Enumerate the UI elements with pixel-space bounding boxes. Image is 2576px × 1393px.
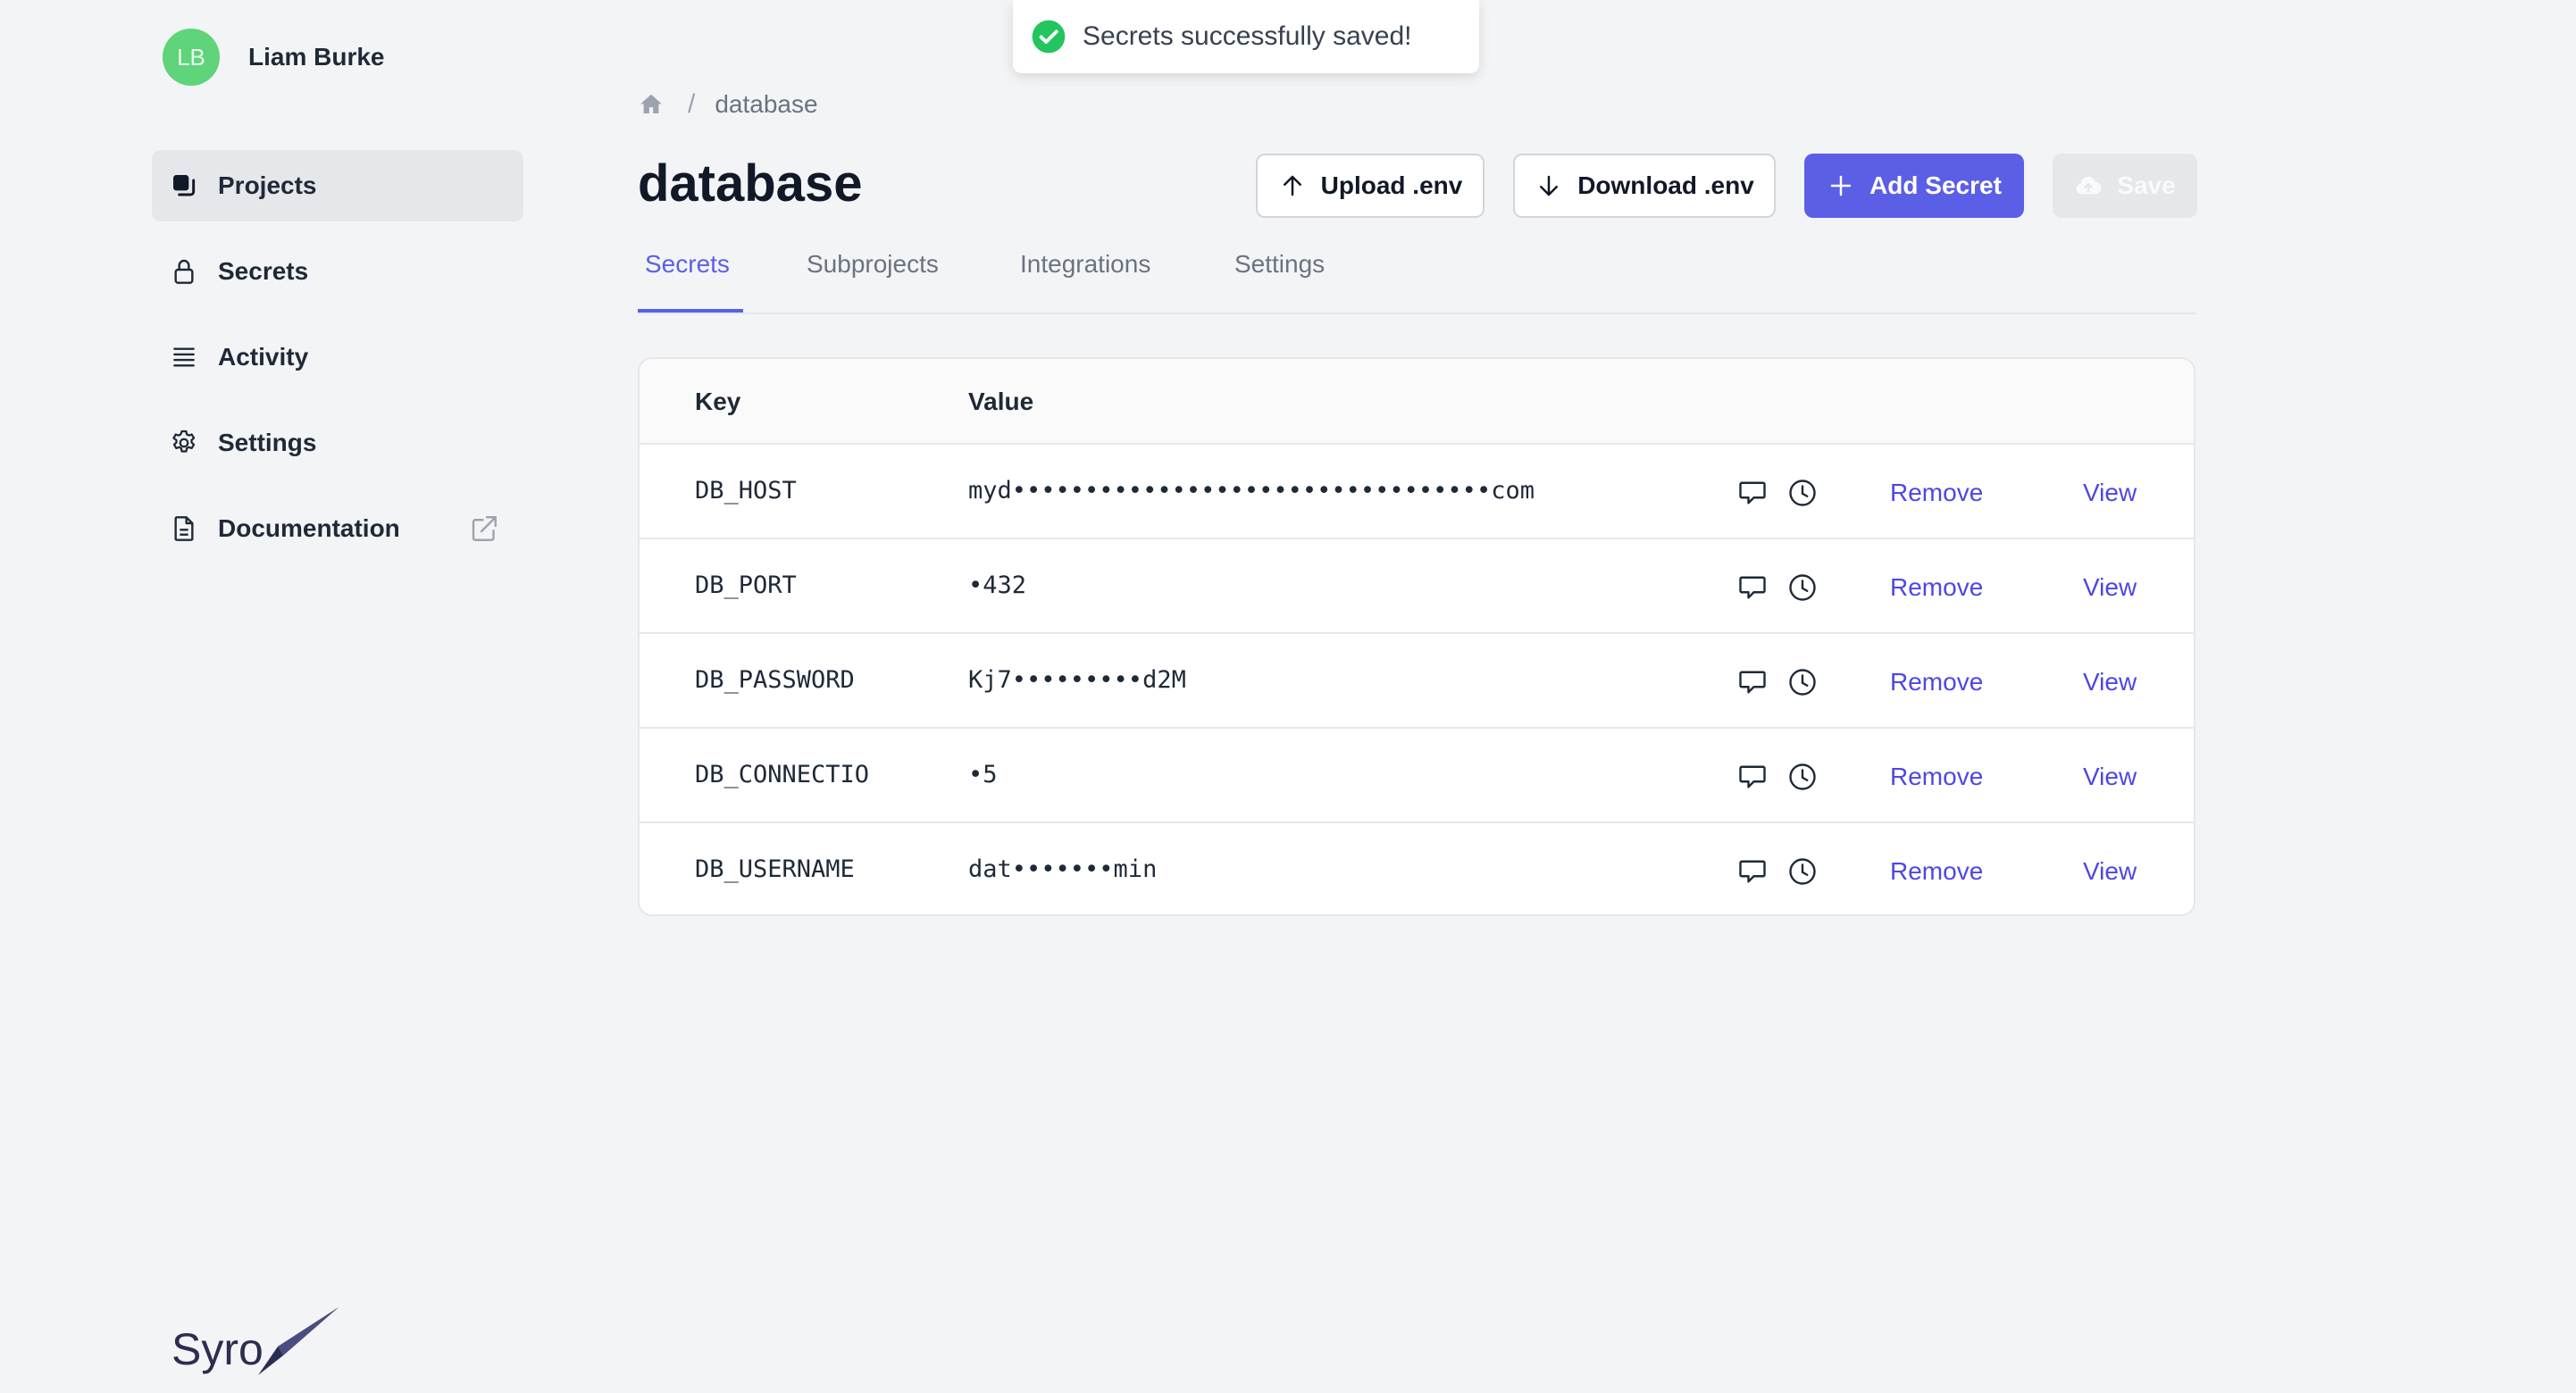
add-secret-button[interactable]: Add Secret bbox=[1804, 154, 2024, 218]
logo-text: Syro bbox=[171, 1324, 263, 1374]
secret-value: •5 bbox=[968, 761, 998, 788]
download-env-label: Download .env bbox=[1577, 171, 1754, 199]
user-name: Liam Burke bbox=[248, 43, 385, 71]
secret-value: dat•••••••min bbox=[968, 855, 1158, 883]
remove-link[interactable]: Remove bbox=[1890, 479, 1983, 507]
view-link[interactable]: View bbox=[2083, 479, 2137, 507]
secrets-table: Key Value DB_HOST myd•••••••••••••••••••… bbox=[638, 357, 2195, 916]
history-clock-icon[interactable] bbox=[1786, 855, 1819, 888]
comment-icon[interactable] bbox=[1736, 477, 1769, 509]
tab-secrets[interactable]: Secrets bbox=[645, 250, 730, 279]
secret-value: •432 bbox=[968, 571, 1027, 599]
secret-key: DB_PASSWORD bbox=[695, 666, 855, 694]
plus-icon bbox=[1827, 171, 1855, 200]
secret-value: myd•••••••••••••••••••••••••••••••••com bbox=[968, 477, 1535, 505]
view-link[interactable]: View bbox=[2083, 573, 2137, 602]
sidebar-item-label: Secrets bbox=[218, 257, 309, 285]
remove-link[interactable]: Remove bbox=[1890, 763, 1983, 791]
sidebar-item-settings[interactable]: Settings bbox=[152, 407, 523, 479]
sidebar-item-label: Documentation bbox=[218, 514, 400, 542]
remove-link[interactable]: Remove bbox=[1890, 668, 1983, 696]
lock-icon bbox=[168, 255, 200, 288]
page-title: database bbox=[638, 154, 863, 213]
document-icon bbox=[168, 513, 200, 545]
app: LB Liam Burke Projects Secrets Activity bbox=[0, 0, 2576, 1393]
sidebar-item-label: Activity bbox=[218, 343, 309, 371]
external-link-icon bbox=[468, 513, 500, 545]
avatar: LB bbox=[163, 29, 220, 86]
sidebar-nav: Projects Secrets Activity Settings Docum… bbox=[152, 150, 523, 579]
view-link[interactable]: View bbox=[2083, 857, 2137, 886]
comment-icon[interactable] bbox=[1736, 855, 1769, 888]
remove-link[interactable]: Remove bbox=[1890, 857, 1983, 886]
upload-env-button[interactable]: Upload .env bbox=[1256, 154, 1485, 218]
history-clock-icon[interactable] bbox=[1786, 477, 1819, 509]
breadcrumb: / database bbox=[638, 89, 818, 120]
history-clock-icon[interactable] bbox=[1786, 571, 1819, 604]
table-row: DB_HOST myd•••••••••••••••••••••••••••••… bbox=[640, 445, 2194, 539]
sidebar-item-activity[interactable]: Activity bbox=[152, 321, 523, 393]
sidebar-item-label: Settings bbox=[218, 429, 317, 456]
action-bar: Upload .env Download .env Add Secret Sav… bbox=[1256, 154, 2197, 218]
comment-icon[interactable] bbox=[1736, 761, 1769, 793]
tab-integrations[interactable]: Integrations bbox=[1020, 250, 1150, 279]
column-header-key: Key bbox=[695, 388, 741, 415]
table-row: DB_PORT •432 Remove View bbox=[640, 539, 2194, 634]
table-row: DB_CONNECTIO •5 Remove View bbox=[640, 729, 2194, 823]
check-circle-icon bbox=[1032, 20, 1066, 54]
projects-icon bbox=[168, 170, 200, 202]
sidebar-item-documentation[interactable]: Documentation bbox=[152, 493, 523, 564]
column-header-value: Value bbox=[968, 388, 1034, 415]
comment-icon[interactable] bbox=[1736, 571, 1769, 604]
gear-icon bbox=[168, 427, 200, 459]
table-header: Key Value bbox=[640, 359, 2194, 445]
table-row: DB_PASSWORD Kj7•••••••••d2M Remove View bbox=[640, 634, 2194, 729]
save-label: Save bbox=[2117, 171, 2176, 199]
cloud-upload-icon bbox=[2074, 171, 2103, 200]
success-toast: Secrets successfully saved! bbox=[1013, 0, 1479, 73]
sidebar-item-label: Projects bbox=[218, 171, 317, 199]
history-clock-icon[interactable] bbox=[1786, 761, 1819, 793]
add-secret-label: Add Secret bbox=[1869, 171, 2002, 199]
sidebar-item-secrets[interactable]: Secrets bbox=[152, 236, 523, 307]
arrow-up-icon bbox=[1278, 171, 1307, 200]
secret-key: DB_HOST bbox=[695, 477, 797, 505]
arrow-down-icon bbox=[1535, 171, 1563, 200]
download-env-button[interactable]: Download .env bbox=[1513, 154, 1776, 218]
breadcrumb-current[interactable]: database bbox=[715, 90, 817, 119]
save-button[interactable]: Save bbox=[2053, 154, 2197, 218]
view-link[interactable]: View bbox=[2083, 668, 2137, 696]
table-row: DB_USERNAME dat•••••••min Remove View bbox=[640, 823, 2194, 914]
user-profile[interactable]: LB Liam Burke bbox=[163, 29, 385, 86]
syro-logo: Syro bbox=[171, 1305, 340, 1375]
secret-value: Kj7•••••••••d2M bbox=[968, 666, 1186, 694]
breadcrumb-separator: / bbox=[688, 89, 696, 119]
list-icon bbox=[168, 341, 200, 373]
secret-key: DB_CONNECTIO bbox=[695, 761, 870, 788]
active-tab-indicator bbox=[638, 309, 743, 313]
secret-key: DB_USERNAME bbox=[695, 855, 855, 883]
tab-settings[interactable]: Settings bbox=[1234, 250, 1325, 279]
secret-key: DB_PORT bbox=[695, 571, 797, 599]
history-clock-icon[interactable] bbox=[1786, 666, 1819, 698]
tab-bar: Secrets Subprojects Integrations Setting… bbox=[638, 232, 2195, 314]
sidebar-item-projects[interactable]: Projects bbox=[152, 150, 523, 221]
upload-env-label: Upload .env bbox=[1320, 171, 1463, 199]
logo-mark-icon bbox=[257, 1307, 339, 1375]
home-icon[interactable] bbox=[638, 91, 665, 118]
comment-icon[interactable] bbox=[1736, 666, 1769, 698]
tab-subprojects[interactable]: Subprojects bbox=[807, 250, 939, 279]
table-body: DB_HOST myd•••••••••••••••••••••••••••••… bbox=[640, 445, 2194, 914]
remove-link[interactable]: Remove bbox=[1890, 573, 1983, 602]
toast-message: Secrets successfully saved! bbox=[1083, 21, 1412, 51]
view-link[interactable]: View bbox=[2083, 763, 2137, 791]
